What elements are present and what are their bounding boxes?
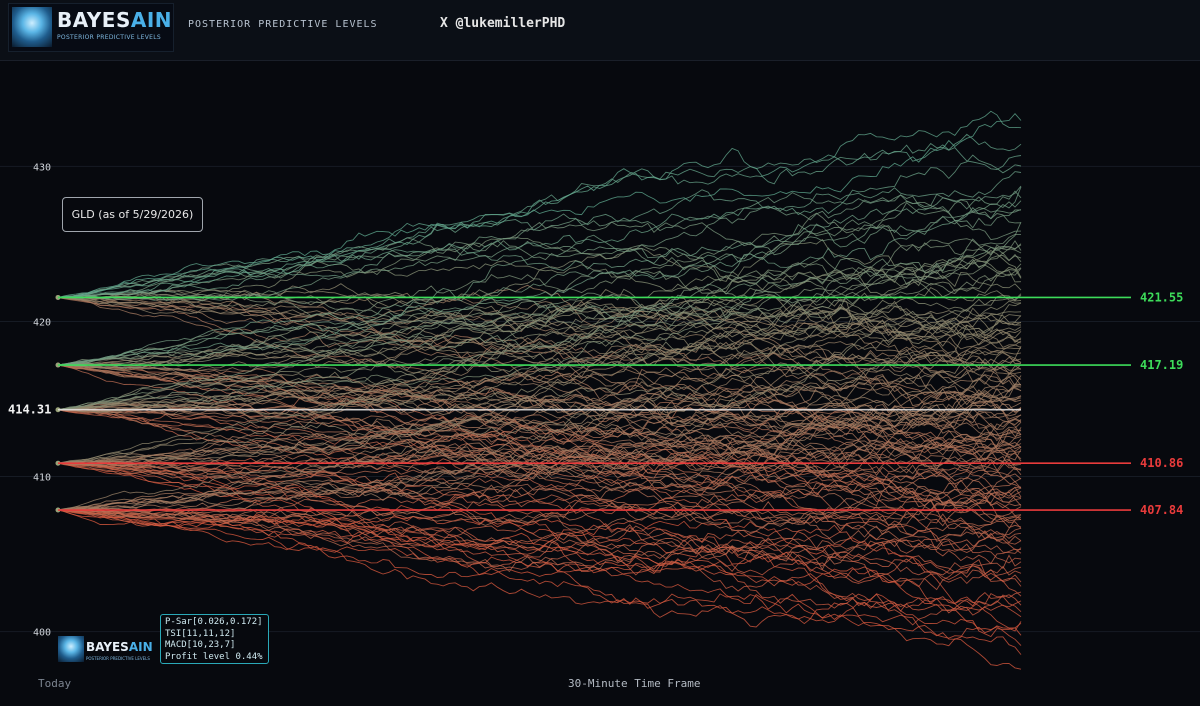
param-profit-level: Profit level 0.44% bbox=[165, 651, 263, 662]
indicator-params-box: P-Sar[0.026,0.172] TSI[11,11,12] MACD[10… bbox=[160, 614, 269, 664]
simulated-path bbox=[57, 374, 1022, 511]
param-psar: P-Sar[0.026,0.172] bbox=[165, 617, 263, 627]
logo-orb-icon bbox=[12, 7, 52, 47]
level-label: 417.19 bbox=[1140, 358, 1183, 372]
y-tick-label: 430 bbox=[33, 162, 51, 173]
level-label: 421.55 bbox=[1140, 290, 1183, 304]
legend-logo-orb-icon bbox=[58, 636, 84, 662]
legend-logo-wordmark: BAYESAIN bbox=[86, 640, 153, 654]
y-tick-label: 410 bbox=[33, 473, 51, 484]
level-label: 410.86 bbox=[1140, 456, 1183, 470]
level-label: 407.84 bbox=[1140, 503, 1183, 517]
logo-tagline: POSTERIOR PREDICTIVE LEVELS bbox=[57, 34, 162, 41]
page-title: POSTERIOR PREDICTIVE LEVELS bbox=[188, 19, 378, 30]
param-macd: MACD[10,23,7] bbox=[165, 640, 236, 650]
author-handle: X @lukemillerPHD bbox=[440, 16, 566, 31]
current-price-label: 414.31 bbox=[8, 403, 51, 417]
param-tsi: TSI[11,11,12] bbox=[165, 628, 236, 639]
legend-logo: BAYESAIN POSTERIOR PREDICTIVE LEVELS bbox=[58, 636, 156, 666]
legend-logo-tagline: POSTERIOR PREDICTIVE LEVELS bbox=[86, 656, 150, 661]
simulated-path bbox=[57, 462, 1022, 626]
x-axis-start-label: Today bbox=[38, 677, 72, 690]
posterior-levels-chart: 400 410 420 430 414.31 421.55 417.19 410.86 407.… bbox=[0, 110, 1200, 670]
x-axis-label: 30-Minute Time Frame bbox=[568, 677, 701, 690]
header-bar: BAYESAIN POSTERIOR PREDICTIVE LEVELS POS… bbox=[0, 0, 1200, 61]
bayesain-logo: BAYESAIN POSTERIOR PREDICTIVE LEVELS bbox=[8, 3, 174, 52]
y-tick-label: 420 bbox=[33, 317, 51, 328]
ticker-badge: GLD (as of 5/29/2026) bbox=[62, 197, 203, 232]
logo-wordmark: BAYESAIN bbox=[57, 8, 173, 32]
y-tick-label: 400 bbox=[33, 628, 51, 639]
